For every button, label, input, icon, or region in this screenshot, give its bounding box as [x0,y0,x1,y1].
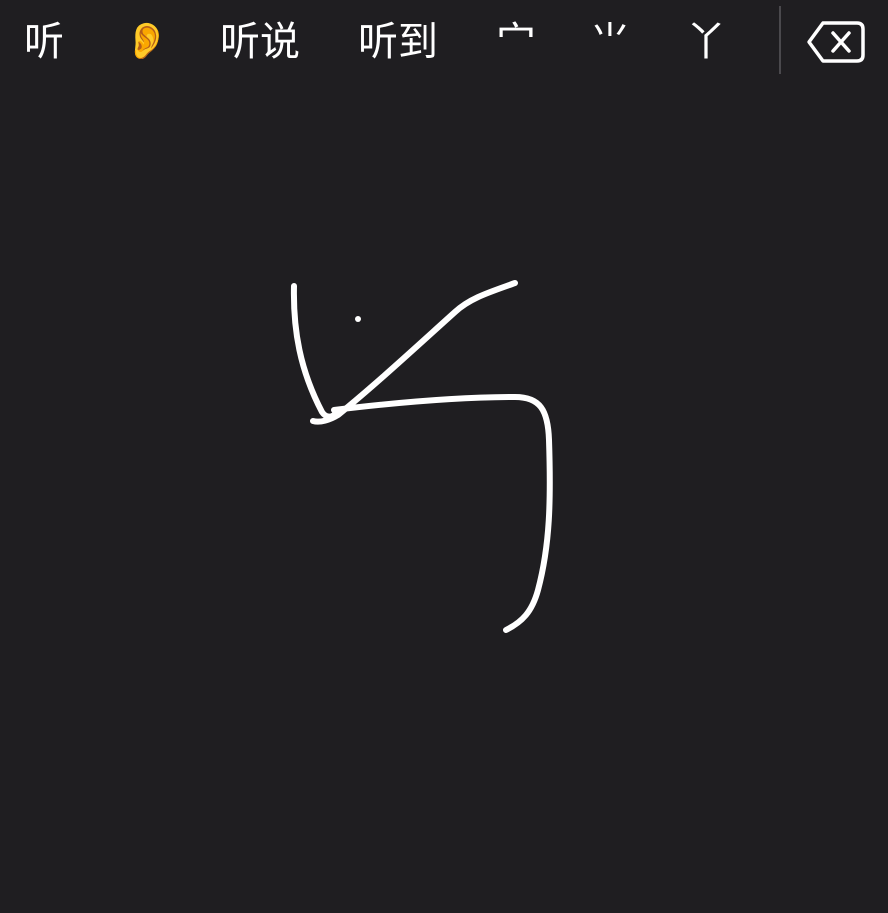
stroke-3 [331,394,553,633]
stroke-dot [355,316,361,322]
handwriting-canvas[interactable] [0,82,888,913]
stroke-1 [290,283,339,420]
handwriting-strokes [290,280,553,633]
